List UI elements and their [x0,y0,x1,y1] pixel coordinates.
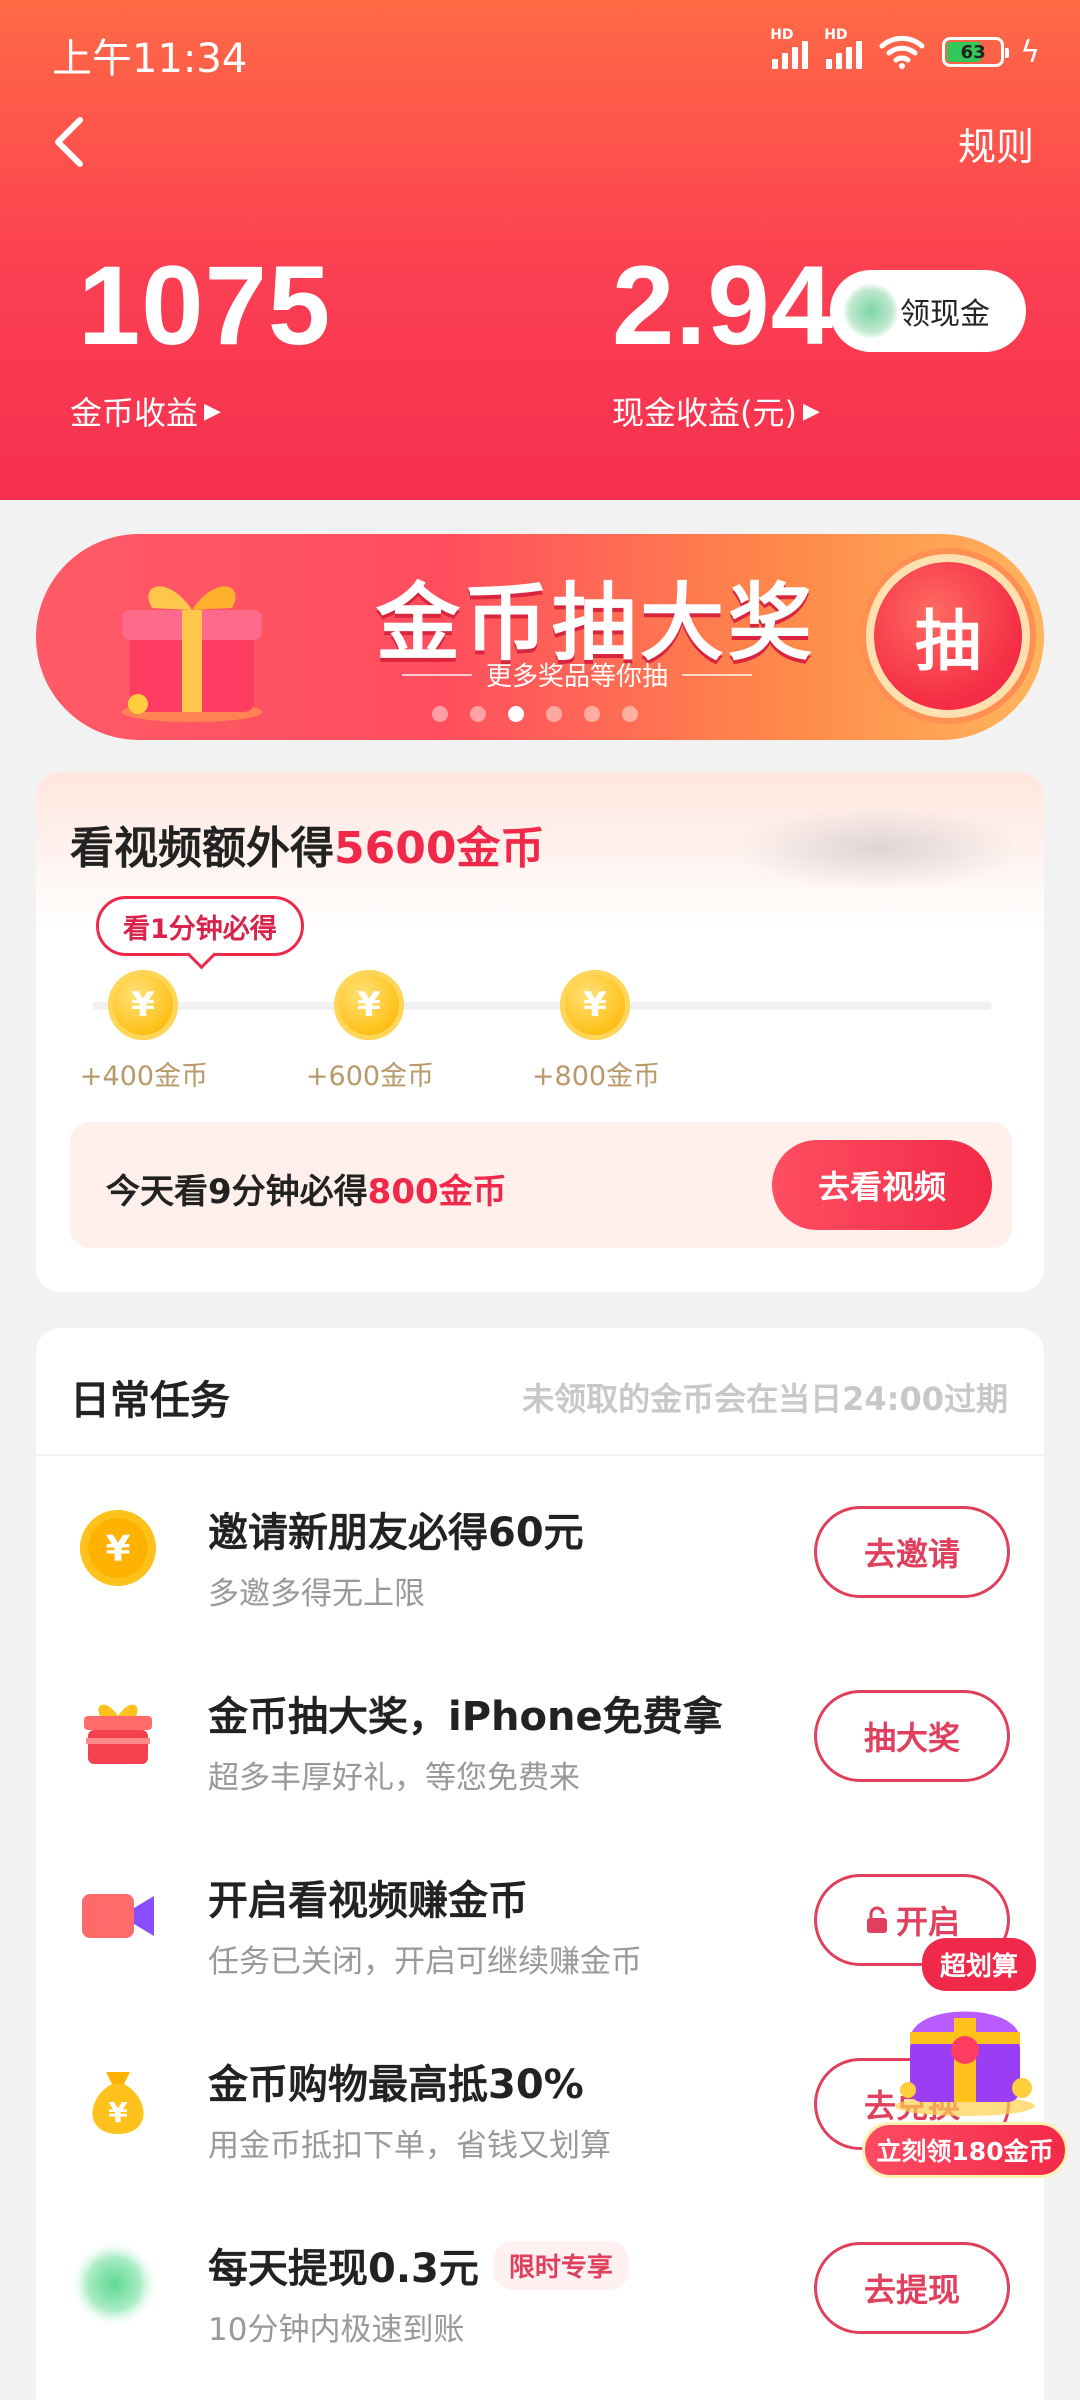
task-desc: 用金币抵扣下单，省钱又划算 [208,2128,611,2164]
task-desc: 10分钟内极速到账 [208,2312,465,2348]
withdraw-cash-button[interactable]: 领现金 [830,270,1026,352]
withdraw-button[interactable]: 去提现 [814,2242,1010,2334]
today-watch-text: 今天看9分钟必得800金币 [106,1172,507,1212]
earnings-header: 上午11:34 HD HD 63 ϟ 规则 1075 金币收益 ▶ 2.94 现… [0,0,1080,500]
charging-icon: ϟ [1020,34,1040,70]
coin-icon: ¥ [76,1506,160,1590]
chevron-left-icon[interactable] [50,112,90,172]
svg-text:¥: ¥ [108,2096,128,2129]
battery-icon: 63 [942,37,1010,67]
lottery-banner[interactable]: 金币抽大奖 更多奖品等你抽 抽 [36,534,1044,740]
cash-label[interactable]: 现金收益(元) ▶ [612,388,820,434]
status-bar: 上午11:34 HD HD 63 ϟ [0,0,1080,105]
carousel-dot[interactable] [622,706,638,722]
task-name: 邀请新朋友必得60元 [208,1510,584,1556]
gold-label[interactable]: 金币收益 ▶ [70,388,221,434]
carousel-dot-active[interactable] [508,706,524,722]
milestone-label: +800金币 [531,1061,661,1092]
cash-value: 2.94 [612,243,834,368]
treasure-chest-icon [895,2011,1035,2116]
task-daily-withdraw: 每天提现0.3元 限时专享 10分钟内极速到账 去提现 [36,2200,1044,2384]
task-name: 开启看视频赚金币 [208,1878,528,1924]
status-icons: HD HD 63 ϟ [770,27,1040,74]
progress-track [92,1002,992,1010]
task-invite: ¥ 邀请新朋友必得60元 多邀多得无上限 去邀请 [36,1464,1044,1648]
expiry-note: 未领取的金币会在当日24:00过期 [522,1380,1008,1418]
task-name: 金币抽大奖，iPhone免费拿 [208,1694,723,1740]
daily-tasks-card: 日常任务 未领取的金币会在当日24:00过期 ¥ 邀请新朋友必得60元 多邀多得… [36,1328,1044,2400]
gift-box-icon [122,586,262,722]
coin-icon: ¥ [560,970,630,1040]
deal-badge: 超划算 [922,1938,1037,1991]
claim-coins-button[interactable]: 立刻领180金币 [862,2122,1068,2178]
tip-bubble: 看1分钟必得 [96,896,304,956]
carousel-dot[interactable] [546,706,562,722]
task-desc: 多邀多得无上限 [208,1576,425,1612]
status-time: 上午11:34 [52,36,248,82]
daily-tasks-title: 日常任务 [70,1378,230,1424]
watch-video-button[interactable]: 去看视频 [772,1140,992,1230]
task-name: 每天提现0.3元 限时专享 [208,2236,629,2294]
milestone-label: +600金币 [305,1061,435,1092]
cash-icon [69,2239,160,2329]
floating-reward[interactable]: 超划算 立刻领180金币 [860,1938,1072,2178]
video-reward-card: 看视频额外得5600金币 看1分钟必得 ¥ ¥ ¥ +400金币 +600金币 … [36,772,1044,1292]
draw-button[interactable]: 抽 [866,554,1030,718]
lock-icon [866,1906,887,1933]
gift-icon [76,1690,160,1774]
wifi-icon [879,35,925,69]
cash-earnings[interactable]: 2.94 现金收益(元) ▶ [612,243,834,433]
milestone-label: +400金币 [79,1061,209,1092]
lottery-button[interactable]: 抽大奖 [814,1690,1010,1782]
gold-value: 1075 [78,243,332,368]
carousel-dot[interactable] [432,706,448,722]
rules-link[interactable]: 规则 [958,116,1034,171]
carousel-dot[interactable] [584,706,600,722]
coin-icon: ¥ [108,970,178,1040]
triangle-right-icon: ▶ [802,398,820,424]
today-watch-row: 今天看9分钟必得800金币 去看视频 [70,1122,1012,1248]
signal-icon: HD [824,27,863,69]
video-camera-icon [76,1874,160,1958]
task-desc: 任务已关闭，开启可继续赚金币 [208,1944,642,1980]
blurred-decoration [744,808,1014,888]
coin-icon: ¥ [334,970,404,1040]
limited-tag: 限时专享 [492,2240,629,2290]
triangle-right-icon: ▶ [204,398,221,424]
banner-subtitle: 更多奖品等你抽 [372,656,782,693]
daily-tasks-header: 日常任务 未领取的金币会在当日24:00过期 [36,1328,1044,1456]
money-bag-icon: ¥ [76,2058,160,2142]
carousel-dot[interactable] [470,706,486,722]
svg-text:¥: ¥ [105,1529,130,1570]
task-name: 金币购物最高抵30% [208,2062,584,2108]
invite-button[interactable]: 去邀请 [814,1506,1010,1598]
carousel-dots [432,706,638,722]
task-lottery: 金币抽大奖，iPhone免费拿 超多丰厚好礼，等您免费来 抽大奖 [36,1648,1044,1832]
signal-icon: HD [770,27,809,69]
gold-earnings[interactable]: 1075 金币收益 ▶ [70,243,332,433]
video-reward-title: 看视频额外得5600金币 [70,823,545,874]
task-desc: 超多丰厚好礼，等您免费来 [208,1760,580,1796]
cash-blur-icon [844,284,898,338]
